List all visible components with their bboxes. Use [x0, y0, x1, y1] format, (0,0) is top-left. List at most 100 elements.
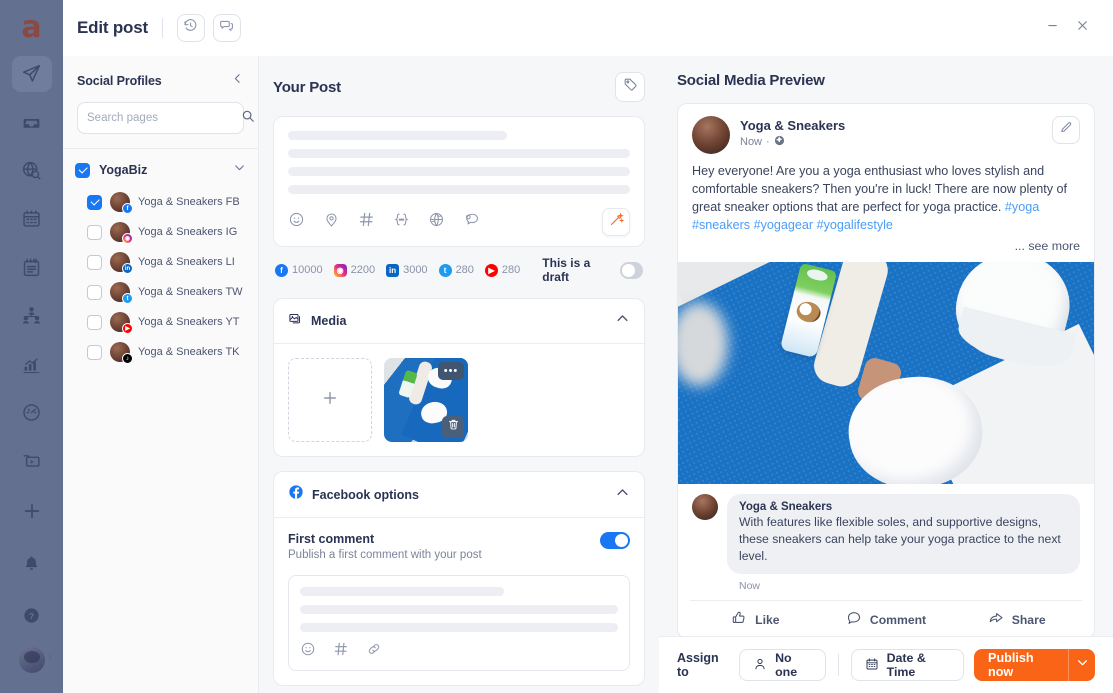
thumbs-up-icon [731, 610, 747, 629]
media-section-header[interactable]: Media [274, 299, 644, 344]
account-checkbox[interactable] [87, 314, 102, 330]
instagram-icon: ◉ [122, 233, 133, 244]
history-button[interactable] [176, 14, 205, 42]
delete-media-button[interactable] [442, 416, 464, 438]
group-checkbox[interactable] [75, 162, 90, 178]
tiktok-icon: ♪ [122, 353, 133, 364]
user-avatar-button[interactable]: ⋮ [18, 647, 54, 683]
list-item[interactable]: ◉ Yoga & Sneakers IG [75, 217, 246, 247]
assignee-button[interactable]: No one [739, 649, 826, 681]
hashtag-icon[interactable] [333, 641, 349, 662]
account-checkbox[interactable] [87, 284, 102, 300]
facebook-options-body: First comment Publish a first comment wi… [274, 518, 644, 685]
rail-item-reports[interactable] [12, 249, 52, 285]
post-editor-column: Your Post f 10000 ◉ 2200 in 3000 t 280 ▶… [259, 56, 659, 693]
add-media-button[interactable] [288, 358, 372, 442]
search-input[interactable] [87, 112, 241, 124]
account-checkbox[interactable] [87, 194, 102, 210]
location-pin-icon[interactable] [323, 211, 340, 233]
rail-item-notifications[interactable] [12, 543, 52, 583]
search-icon[interactable] [241, 109, 255, 128]
publish-options-button[interactable] [1068, 649, 1095, 681]
preview-header: Social Media Preview [677, 72, 1095, 89]
tag-button[interactable] [615, 72, 645, 102]
share-button[interactable]: Share [951, 610, 1082, 629]
list-item[interactable]: f Yoga & Sneakers FB [75, 187, 246, 217]
facebook-options-header[interactable]: Facebook options [274, 472, 644, 518]
comment-icon [846, 610, 862, 629]
notepad-icon [21, 257, 42, 278]
close-button[interactable] [1067, 13, 1097, 43]
account-label: Yoga & Sneakers TW [138, 286, 243, 298]
rail-item-help[interactable]: ? [12, 595, 52, 635]
post-composer[interactable] [273, 116, 645, 247]
plus-icon [321, 389, 339, 412]
rail-item-audience[interactable] [12, 298, 52, 334]
search-pages-box[interactable] [77, 102, 254, 134]
comment-button[interactable]: Comment [821, 610, 952, 629]
composer-skeleton-line [288, 167, 630, 176]
edit-preview-button[interactable] [1052, 116, 1080, 144]
rail-item-inbox[interactable] [12, 104, 52, 140]
media-options-button[interactable]: ••• [438, 362, 464, 380]
first-comment-input[interactable] [288, 575, 630, 671]
chat-bubble-icon[interactable] [463, 211, 480, 233]
preview-time: Now [740, 136, 763, 148]
account-checkbox[interactable] [87, 254, 102, 270]
count-value: 2200 [350, 264, 376, 276]
composer-toolbar [288, 208, 630, 236]
group-expand-button[interactable] [233, 161, 246, 179]
your-post-title: Your Post [273, 78, 341, 96]
magic-wand-icon [609, 212, 624, 232]
first-comment-toggle[interactable] [600, 532, 630, 549]
bottom-action-bar: Assign to No one Date & Time Publish now [659, 636, 1113, 693]
preview-photo[interactable] [678, 262, 1094, 484]
globe-icon[interactable] [428, 211, 445, 233]
app-logo: a [21, 9, 42, 45]
rail-item-analytics[interactable] [12, 346, 52, 382]
preview-first-comment: Yoga & Sneakers With features like flexi… [678, 484, 1094, 600]
chevron-down-icon [1076, 656, 1089, 674]
rail-item-create[interactable] [12, 491, 52, 531]
count-linkedin: in 3000 [386, 263, 428, 277]
ai-assist-button[interactable] [602, 208, 630, 236]
schedule-button[interactable]: Date & Time [850, 649, 965, 681]
emoji-icon[interactable] [300, 641, 316, 662]
chevron-up-icon[interactable] [615, 485, 630, 505]
twitter-icon: t [122, 293, 133, 304]
hashtag-icon[interactable] [358, 211, 375, 233]
list-item[interactable]: in Yoga & Sneakers LI [75, 247, 246, 277]
comment-time: Now [739, 580, 761, 592]
count-youtube: ▶ 280 [484, 263, 520, 277]
preview-author: Yoga & Sneakers [740, 118, 846, 133]
account-checkbox[interactable] [87, 224, 102, 240]
preview-post-header: Yoga & Sneakers Now · [678, 104, 1094, 154]
collapse-profiles-button[interactable] [231, 72, 244, 90]
minimize-button[interactable] [1037, 13, 1067, 43]
social-profiles-panel: Social Profiles Search pages YogaBiz f Y… [63, 56, 259, 693]
see-more-link[interactable]: ... see more [678, 234, 1094, 262]
rail-item-media-library[interactable] [12, 443, 52, 479]
like-button[interactable]: Like [690, 610, 821, 629]
draft-toggle[interactable] [620, 261, 643, 279]
list-item[interactable]: t Yoga & Sneakers TW [75, 277, 246, 307]
rail-item-dashboard[interactable] [12, 394, 52, 430]
publish-now-button[interactable]: Publish now [974, 649, 1069, 681]
list-item[interactable]: ♪ Yoga & Sneakers TK [75, 337, 246, 367]
avatar [692, 116, 730, 154]
rail-item-monitoring[interactable] [12, 152, 52, 188]
count-value: 3000 [403, 264, 428, 276]
comments-button[interactable] [212, 14, 241, 42]
list-item[interactable]: ▶ Yoga & Sneakers YT [75, 307, 246, 337]
account-checkbox[interactable] [87, 344, 102, 360]
media-thumbnail[interactable]: ••• [384, 358, 468, 442]
link-icon[interactable] [366, 641, 382, 662]
rail-item-publish[interactable] [11, 55, 52, 93]
emoji-icon[interactable] [288, 211, 305, 233]
rail-item-calendar[interactable] [12, 201, 52, 237]
comments-icon [219, 18, 234, 38]
preview-title: Social Media Preview [677, 72, 825, 89]
draft-label: This is a draft [542, 256, 591, 284]
chevron-up-icon[interactable] [615, 311, 630, 331]
variable-icon[interactable] [393, 211, 410, 233]
